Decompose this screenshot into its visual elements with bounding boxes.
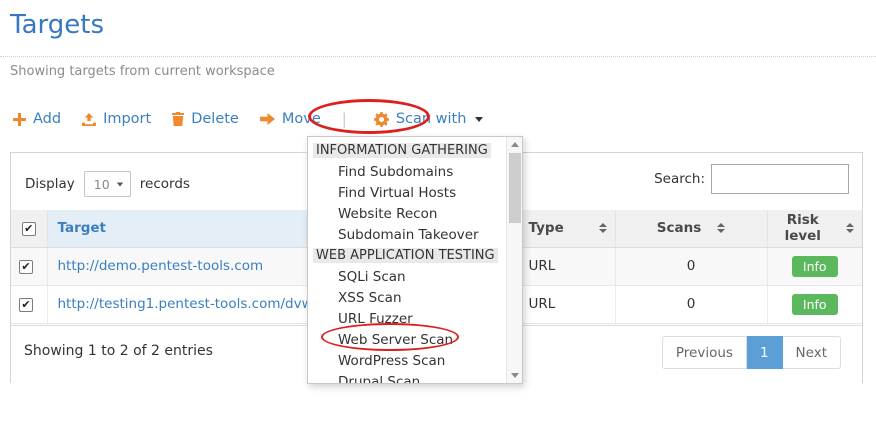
target-link[interactable]: http://demo.pentest-tools.com: [58, 258, 264, 274]
upload-icon: [82, 113, 96, 126]
column-header-type[interactable]: Type: [520, 210, 615, 247]
row-checkbox[interactable]: ✔: [19, 298, 33, 312]
scrollbar-thumb[interactable]: [509, 153, 521, 223]
page-title: Targets: [10, 10, 104, 40]
scrollbar-down-arrow-icon[interactable]: [507, 368, 523, 383]
pagination: Previous1Next: [662, 336, 841, 369]
scans-cell: 0: [615, 285, 767, 323]
gear-icon: [374, 112, 389, 127]
import-button[interactable]: Import: [82, 111, 151, 127]
search-control: Search:: [654, 164, 849, 194]
column-label: Type: [529, 220, 564, 236]
scan-with-dropdown-menu: INFORMATION GATHERINGFind SubdomainsFind…: [307, 136, 523, 384]
chevron-down-icon: [117, 182, 123, 186]
column-label: Risk level: [776, 212, 831, 244]
page-subtitle: Showing targets from current workspace: [10, 64, 275, 79]
menu-item-drupal-scan[interactable]: Drupal Scan: [308, 371, 507, 384]
sort-icon[interactable]: [838, 223, 854, 233]
row-checkbox[interactable]: ✔: [19, 260, 33, 274]
column-header-checkbox: ✔: [11, 210, 47, 247]
import-label: Import: [103, 111, 151, 127]
sort-icon[interactable]: [709, 223, 725, 233]
menu-item-website-recon[interactable]: Website Recon: [308, 203, 507, 224]
move-button[interactable]: Move: [260, 111, 321, 127]
column-label: Scans: [657, 220, 701, 236]
targets-toolbar: Add Import Delete Move | Scan with: [13, 110, 483, 128]
move-label: Move: [282, 111, 321, 127]
display-records-control: Display 10 records: [25, 171, 190, 197]
search-label: Search:: [654, 171, 705, 187]
menu-item-find-subdomains[interactable]: Find Subdomains: [308, 161, 507, 182]
scan-with-label: Scan with: [396, 111, 467, 127]
add-button[interactable]: Add: [13, 111, 61, 127]
menu-section-information-gathering: INFORMATION GATHERING: [308, 140, 507, 161]
page-button-1[interactable]: 1: [747, 336, 783, 369]
dropdown-scrollbar[interactable]: [506, 137, 522, 383]
display-records-select[interactable]: 10: [84, 171, 131, 197]
trash-icon: [172, 112, 184, 126]
records-label: records: [140, 176, 190, 192]
entries-summary: Showing 1 to 2 of 2 entries: [24, 343, 213, 359]
menu-section-web-application-testing: WEB APPLICATION TESTING: [308, 245, 507, 266]
risk-level-badge: Info: [792, 294, 838, 315]
toolbar-separator: |: [342, 110, 347, 128]
scans-cell: 0: [615, 247, 767, 285]
search-input[interactable]: [711, 164, 849, 194]
column-header-scans[interactable]: Scans: [615, 210, 767, 247]
select-all-checkbox[interactable]: ✔: [22, 222, 36, 236]
type-cell: URL: [520, 285, 615, 323]
menu-item-xss-scan[interactable]: XSS Scan: [308, 287, 507, 308]
display-records-value: 10: [94, 177, 110, 192]
menu-item-sqli-scan[interactable]: SQLi Scan: [308, 266, 507, 287]
menu-item-wordpress-scan[interactable]: WordPress Scan: [308, 350, 507, 371]
delete-label: Delete: [191, 111, 239, 127]
column-label: Target: [58, 220, 107, 236]
title-divider: [0, 56, 876, 57]
plus-icon: [13, 113, 26, 126]
scrollbar-up-arrow-icon[interactable]: [507, 137, 523, 152]
next-page-button[interactable]: Next: [783, 336, 841, 369]
menu-item-subdomain-takeover[interactable]: Subdomain Takeover: [308, 224, 507, 245]
chevron-down-icon: [475, 117, 483, 122]
menu-item-web-server-scan[interactable]: Web Server Scan: [308, 329, 507, 350]
previous-page-button[interactable]: Previous: [662, 336, 747, 369]
scan-with-button[interactable]: Scan with: [374, 111, 484, 127]
add-label: Add: [33, 111, 61, 127]
menu-item-url-fuzzer[interactable]: URL Fuzzer: [308, 308, 507, 329]
target-link[interactable]: http://testing1.pentest-tools.com/dvwa/: [58, 296, 326, 312]
menu-item-find-virtual-hosts[interactable]: Find Virtual Hosts: [308, 182, 507, 203]
column-header-risk[interactable]: Risk level: [767, 210, 862, 247]
display-label: Display: [25, 176, 75, 192]
arrow-right-icon: [260, 113, 275, 125]
sort-icon[interactable]: [591, 223, 607, 233]
risk-level-badge: Info: [792, 256, 838, 277]
delete-button[interactable]: Delete: [172, 111, 239, 127]
type-cell: URL: [520, 247, 615, 285]
